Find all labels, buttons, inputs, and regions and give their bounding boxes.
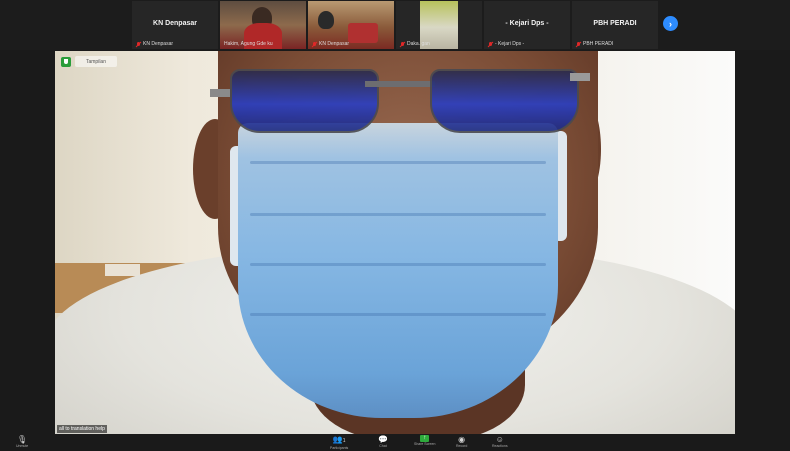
mic-muted-icon: [136, 41, 141, 47]
participant-tile-kn-denpasar-video[interactable]: KN Denpasar: [308, 1, 394, 49]
chat-button[interactable]: 💬 Chat: [378, 435, 388, 449]
meeting-toolbar: 🎙 Unmute 👥1 Participants 💬 Chat ↑ Share …: [0, 434, 790, 451]
gallery-strip: KN Denpasar KN Denpasar Hakim, Agung Gde…: [0, 0, 790, 50]
participants-icon: 👥1: [332, 435, 346, 444]
participant-tile-kn-denpasar[interactable]: KN Denpasar KN Denpasar: [132, 1, 218, 49]
chat-icon: 💬: [378, 435, 388, 444]
record-icon: ◉: [458, 435, 466, 444]
participant-tile-pbh-peradi[interactable]: PBH PERADI PBH PERADI: [572, 1, 658, 49]
eyeglasses: [210, 69, 590, 141]
mic-muted-icon: [488, 41, 493, 47]
share-screen-icon: ↑: [420, 435, 430, 442]
active-speaker-video: Tampilan all to translation help: [55, 51, 735, 434]
participant-tile-daka[interactable]: Daka. gan: [396, 1, 482, 49]
participant-name: KN Denpasar: [153, 20, 197, 27]
participant-label: PBH PERADI: [576, 41, 613, 47]
encryption-shield-icon[interactable]: [61, 57, 71, 67]
participant-tile-kejari[interactable]: - Kejari Dps - - Kejari Dps -: [484, 1, 570, 49]
unmute-button[interactable]: 🎙 Unmute: [16, 435, 28, 449]
record-button[interactable]: ◉ Record: [456, 435, 467, 449]
participant-video: [318, 11, 334, 29]
mic-muted-icon: [400, 41, 405, 47]
mic-muted-icon: [312, 41, 317, 47]
participant-label: KN Denpasar: [136, 41, 173, 47]
share-screen-button[interactable]: ↑ Share Screen: [414, 435, 435, 447]
reactions-icon: ☺: [495, 435, 504, 444]
participant-label: Hakim, Agung Gde ku: [224, 41, 273, 47]
face-mask: [238, 123, 558, 418]
participant-name: PBH PERADI: [593, 20, 637, 27]
participant-label: Daka. gan: [400, 41, 430, 47]
participants-button[interactable]: 👥1 Participants: [330, 435, 348, 451]
participant-label: KN Denpasar: [312, 41, 349, 47]
mic-muted-icon: [576, 41, 581, 47]
mic-icon: 🎙: [17, 435, 28, 444]
speaker-name-label: all to translation help: [57, 425, 107, 433]
view-button[interactable]: Tampilan: [75, 56, 117, 67]
participant-label: - Kejari Dps -: [488, 41, 524, 47]
reactions-button[interactable]: ☺ Reactions: [492, 435, 508, 449]
participant-name: - Kejari Dps -: [505, 20, 549, 27]
participant-tile-hakim[interactable]: Hakim, Agung Gde ku: [220, 1, 306, 49]
chevron-right-icon[interactable]: ›: [663, 16, 678, 31]
